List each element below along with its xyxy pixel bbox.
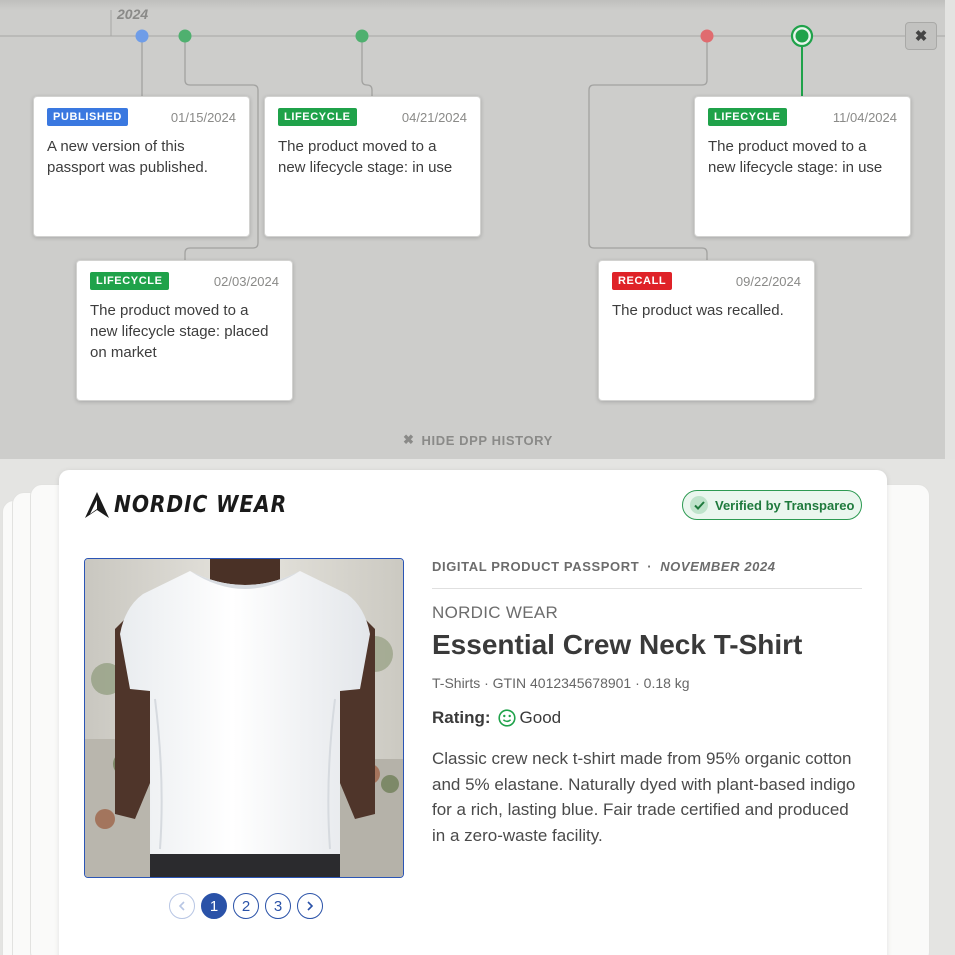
product-meta: T-Shirts · GTIN 4012345678901 · 0.18 kg <box>432 675 690 691</box>
connector-in-use-1 <box>361 36 373 96</box>
rating-value: Good <box>519 708 562 727</box>
close-icon: ✖ <box>403 432 415 447</box>
history-card-placed-market[interactable]: LIFECYCLE 02/03/2024 The product moved t… <box>76 260 293 401</box>
divider <box>432 588 862 589</box>
scroll-gutter <box>945 0 955 459</box>
product-image[interactable] <box>84 558 404 878</box>
page-button-1[interactable]: 1 <box>201 893 227 919</box>
image-pager: 1 2 3 <box>169 893 323 919</box>
event-text: The product moved to a new lifecycle sta… <box>90 302 269 361</box>
check-icon <box>690 496 708 514</box>
product-passport-card: NORDIC WEAR Verified by Transpareo 1 2 3… <box>59 470 887 955</box>
event-badge: PUBLISHED <box>47 108 128 126</box>
marker-recall <box>700 29 714 43</box>
verified-badge[interactable]: Verified by Transpareo <box>682 490 862 520</box>
chevron-right-icon <box>307 901 314 911</box>
hide-history-label: HIDE DPP HISTORY <box>421 432 553 448</box>
next-page-button[interactable] <box>297 893 323 919</box>
history-card-lifecycle-selected[interactable]: LIFECYCLE 11/04/2024 The product moved t… <box>694 96 911 237</box>
year-label: 2024 <box>117 6 149 22</box>
brand-name: NORDIC WEAR <box>432 603 559 622</box>
separator: · <box>647 559 653 574</box>
event-badge: RECALL <box>612 272 673 290</box>
product-title: Essential Crew Neck T-Shirt <box>432 629 803 660</box>
brand-logo-icon <box>85 492 109 518</box>
chevron-left-icon <box>178 901 185 911</box>
event-badge: LIFECYCLE <box>708 108 787 126</box>
page-button-3[interactable]: 3 <box>265 893 291 919</box>
verified-label: Verified by Transpareo <box>715 497 855 513</box>
event-date: 09/22/2024 <box>735 273 801 289</box>
page-button-2[interactable]: 2 <box>233 893 259 919</box>
event-date: 02/03/2024 <box>213 273 279 289</box>
product-description: Classic crew neck t-shirt made from 95% … <box>432 749 856 845</box>
marker-published <box>135 29 149 43</box>
connector-recall <box>588 36 708 261</box>
rating-label: Rating: <box>432 708 491 727</box>
marker-in-use-2-dot <box>795 29 809 43</box>
close-icon: ✖ <box>914 28 928 45</box>
smiley-icon <box>497 709 516 727</box>
product-info: DIGITAL PRODUCT PASSPORT · NOVEMBER 2024 N… <box>432 559 862 848</box>
event-text: The product was recalled. <box>612 302 784 319</box>
event-date: 01/15/2024 <box>170 109 236 125</box>
dpp-history-panel: 2024 ✖ PUBLISHED 01/15/2024 A new versio… <box>0 0 945 459</box>
event-text: A new version of this passport was publi… <box>47 138 208 176</box>
brand-logo: NORDIC WEAR <box>84 491 311 519</box>
history-card-lifecycle[interactable]: LIFECYCLE 04/21/2024 The product moved t… <box>264 96 481 237</box>
marker-in-use-1 <box>355 29 369 43</box>
marker-placed-market <box>178 29 192 43</box>
hide-history-button[interactable]: ✖ HIDE DPP HISTORY <box>403 432 553 448</box>
event-badge: LIFECYCLE <box>278 108 357 126</box>
event-text: The product moved to a new lifecycle sta… <box>278 138 453 176</box>
event-date: 04/21/2024 <box>401 109 467 125</box>
rating: Rating: Good <box>432 708 862 728</box>
prev-page-button[interactable] <box>169 893 195 919</box>
brand-wordmark: NORDIC WEAR <box>114 492 288 518</box>
event-text: The product moved to a new lifecycle sta… <box>708 138 883 176</box>
passport-date: NOVEMBER 2024 <box>660 559 776 574</box>
passport-label-line: DIGITAL PRODUCT PASSPORT · NOVEMBER 2024 <box>432 559 862 577</box>
history-card-recall[interactable]: RECALL 09/22/2024 The product was recall… <box>598 260 815 401</box>
history-card-published[interactable]: PUBLISHED 01/15/2024 A new version of th… <box>33 96 250 237</box>
close-button[interactable]: ✖ <box>905 22 937 50</box>
event-badge: LIFECYCLE <box>90 272 169 290</box>
event-date: 11/04/2024 <box>832 109 897 125</box>
passport-label: DIGITAL PRODUCT PASSPORT <box>432 559 640 574</box>
